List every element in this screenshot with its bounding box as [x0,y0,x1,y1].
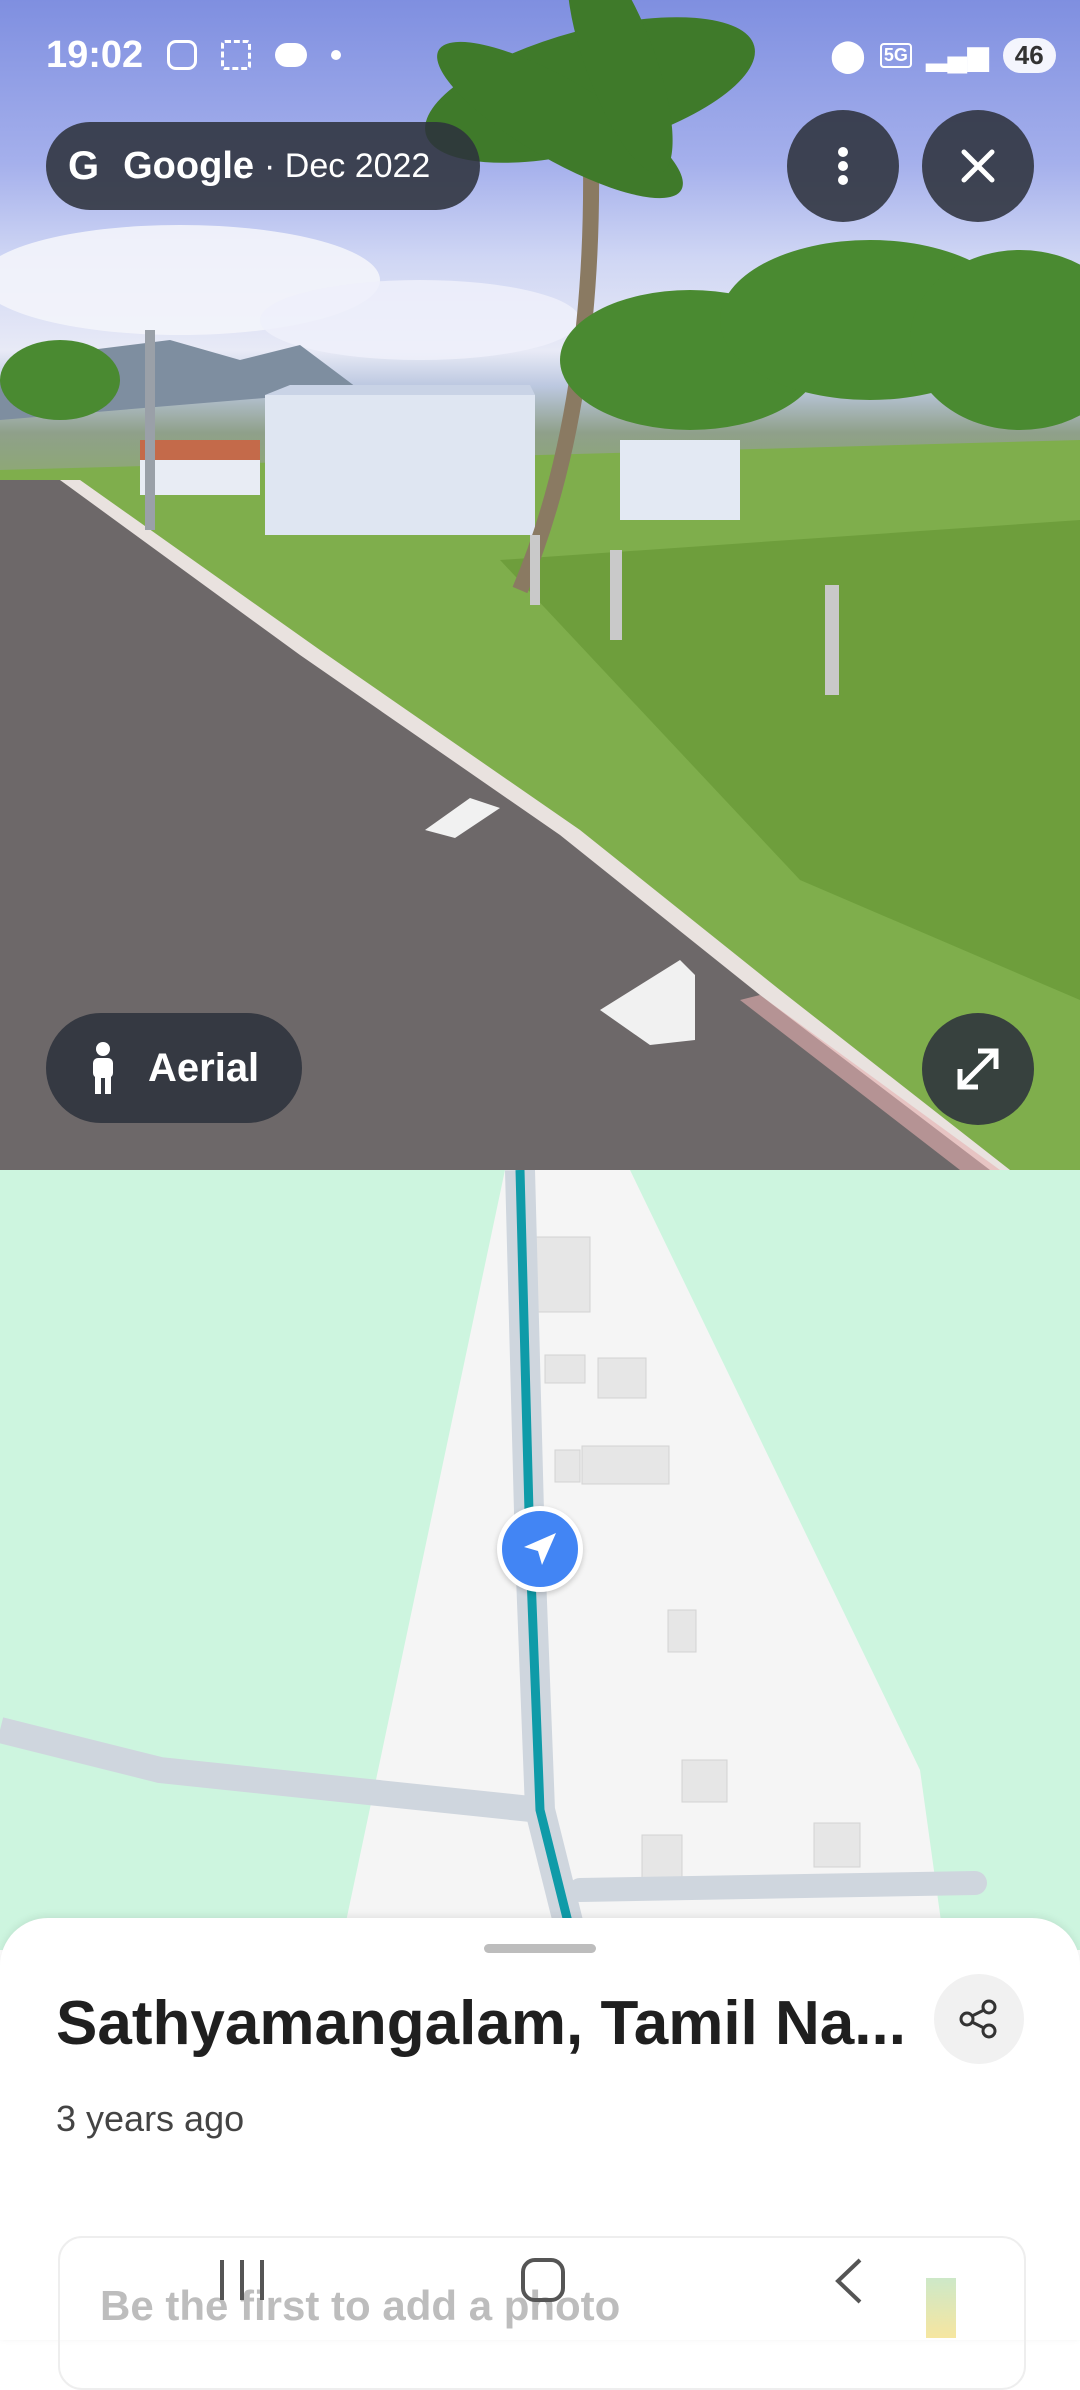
location-icon: ⬤ [830,37,866,73]
imagery-date-pill[interactable]: G Google · Dec 2022 [46,122,480,210]
expand-icon [957,1048,999,1090]
expand-button[interactable] [922,1013,1034,1125]
mini-map[interactable] [0,1170,1080,1950]
person-icon [93,1042,113,1094]
drag-handle[interactable] [484,1944,596,1953]
share-button[interactable] [934,1974,1024,2064]
system-nav-bar [0,2230,1080,2340]
recent-apps-button[interactable] [220,2260,264,2300]
status-bar-left: 19:02 [46,30,342,80]
current-location-marker[interactable] [497,1506,583,1592]
network-type: 5G [879,42,912,68]
more-options-button[interactable] [787,110,899,222]
battery-icon: 46 [1002,37,1056,73]
navigation-arrow-icon [524,1533,556,1565]
imagery-date: · Dec 2022 [264,146,431,185]
status-time: 19:02 [46,33,144,76]
more-vertical-icon [838,147,848,185]
signal-icon: ▂▄▆ [925,39,989,71]
aerial-button[interactable]: Aerial [46,1013,302,1123]
close-button[interactable] [922,110,1034,222]
home-button[interactable] [521,2258,565,2302]
instagram-icon [167,40,198,70]
place-title: Sathyamangalam, Tamil Na... [56,1989,906,2058]
status-bar-right: ⬤ 5G ▂▄▆ 46 [830,30,1056,80]
dot-icon [331,50,342,60]
share-icon [959,1999,997,2039]
chat-bubble-icon [275,43,308,67]
brand-name: Google [123,144,255,187]
aerial-label: Aerial [148,1045,260,1090]
place-subtitle: 3 years ago [56,2098,245,2139]
google-logo-icon: G [68,143,100,188]
back-button[interactable] [830,2256,866,2306]
battery-level: 46 [1014,39,1044,70]
screenshot-icon [221,40,252,70]
close-icon [961,149,995,183]
